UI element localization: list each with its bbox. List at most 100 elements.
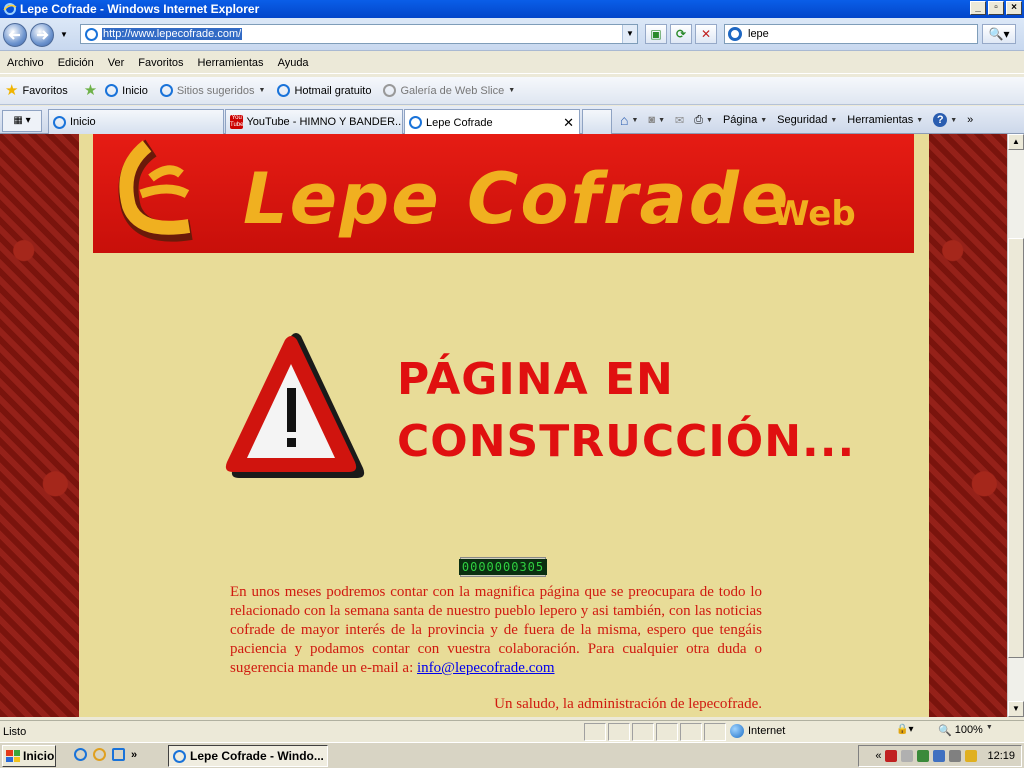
tray-app-icon[interactable] [901,750,914,762]
fav-item-web-slice[interactable]: Galería de Web Slice ▼ [383,84,515,97]
chevron-more-icon[interactable]: » [967,114,973,126]
status-panel [680,723,702,741]
tools-menu[interactable]: Herramientas ▼ [847,114,923,126]
search-input[interactable]: lepe [748,28,769,40]
privacy-icon[interactable] [656,723,678,741]
quick-tabs-button[interactable]: ▦ ▾ [2,110,42,132]
forward-button[interactable] [30,23,54,47]
menu-herramientas[interactable]: Herramientas [191,57,271,69]
favorites-bar: ★ Favoritos ★ Inicio Sitios sugeridos ▼ … [0,77,1024,105]
print-button[interactable]: ⎙ ▼ [694,114,713,127]
page-menu[interactable]: Página ▼ [723,114,767,126]
tab-youtube[interactable]: You Tube YouTube - HIMNO Y BANDER... [225,109,403,134]
home-icon: ⌂ [620,112,629,128]
taskbar-item-ie[interactable]: Lepe Cofrade - Windo... [168,745,328,767]
fav-item-label: Sitios sugeridos [176,84,255,97]
menu-ver[interactable]: Ver [101,57,132,69]
read-mail-button[interactable]: ✉ [675,114,684,127]
ie-page-icon [105,84,119,97]
ie-window-icon[interactable] [112,748,125,761]
status-text: Listo [3,725,27,738]
new-tab-button[interactable] [582,109,612,134]
tab-inicio[interactable]: Inicio [48,109,224,134]
visit-counter-value: 0000000305 [458,559,548,575]
printer-icon: ⎙ [694,113,704,126]
zone-label: Internet [748,725,786,737]
security-menu[interactable]: Seguridad ▼ [777,114,837,126]
ie-quicklaunch-icon[interactable] [74,748,87,761]
scroll-up-button[interactable]: ▲ [1008,134,1024,150]
tray-volume-icon[interactable] [949,750,962,762]
feeds-button[interactable]: ◙ ▼ [648,114,665,126]
add-favorite-button[interactable]: ★ [84,83,97,98]
menu-edicion[interactable]: Edición [51,57,101,69]
address-input[interactable]: http://www.lepecofrade.com/ [102,28,243,40]
back-button[interactable] [3,23,27,47]
refresh-button[interactable]: ⟳ [670,24,692,44]
zoom-icon: 🔍 [938,725,952,737]
fav-item-label: Galería de Web Slice [400,84,505,97]
compatibility-view-button[interactable]: ▣ [645,24,667,44]
taskbar: Inicio » Lepe Cofrade - Windo... « 12:19 [0,742,1024,768]
close-tab-icon[interactable]: ✕ [563,115,574,131]
start-label: Inicio [23,749,55,763]
tray-expand-icon[interactable]: « [875,750,881,762]
tray-adobe-icon[interactable] [885,750,898,762]
fav-item-inicio[interactable]: Inicio [105,84,148,97]
email-link[interactable]: info@lepecofrade.com [417,660,555,676]
restore-button[interactable]: ▫ [988,1,1004,15]
page-heading: PÁGINA EN CONSTRUCCIÓN... [397,349,855,473]
search-box[interactable]: lepe [724,24,978,44]
minimize-button[interactable]: _ [970,1,986,15]
visit-counter: 0000000305 [458,557,548,577]
internet-globe-icon [730,724,744,738]
page-body: Lepe Cofrade Web PÁGINA EN CONSTRUCCIÓN.… [79,134,929,717]
favorites-button[interactable]: ★ Favoritos [5,81,68,99]
tab-lepe-cofrade[interactable]: Lepe Cofrade ✕ [404,109,580,135]
scroll-down-button[interactable]: ▼ [1008,701,1024,717]
web-slice-icon [383,84,397,97]
close-window-button[interactable]: × [1006,1,1022,15]
star-icon: ★ [5,81,19,99]
status-panel [704,723,726,741]
menu-favoritos[interactable]: Favoritos [131,57,190,69]
scrollbar-thumb[interactable] [1008,238,1024,658]
favorites-label: Favoritos [22,84,68,97]
fav-item-suggested-sites[interactable]: Sitios sugeridos ▼ [159,84,266,97]
announcement-text: En unos meses podremos contar con la mag… [230,583,762,678]
vertical-scrollbar[interactable]: ▲ ▼ [1007,134,1024,717]
security-zone[interactable]: Internet [730,724,785,738]
chevron-down-icon: ▼ [258,87,266,94]
ie-logo-icon [3,3,17,15]
clock: 12:19 [987,750,1015,762]
stop-button[interactable]: ✕ [695,24,717,44]
history-dropdown-icon[interactable]: ▼ [60,30,68,39]
tray-network-icon[interactable] [933,750,946,762]
quick-launch-more-icon[interactable]: » [131,749,137,761]
windows-logo-icon [6,750,20,762]
security-menu-label: Seguridad [777,114,828,126]
address-bar[interactable]: http://www.lepecofrade.com/ ▼ [80,24,638,44]
outlook-express-icon[interactable] [93,748,106,761]
menu-ayuda[interactable]: Ayuda [271,57,316,69]
search-button[interactable]: 🔍▾ [982,24,1016,44]
tray-app-icon[interactable] [917,750,930,762]
zoom-control[interactable]: 🔍 100% ▼ [938,724,993,737]
tab-bar: ▦ ▾ Inicio You Tube YouTube - HIMNO Y BAN… [0,106,1024,135]
help-button[interactable]: ? ▼ [933,113,957,127]
tab-label: Lepe Cofrade [426,116,493,129]
address-dropdown-icon[interactable]: ▼ [622,25,637,43]
fav-item-label: Hotmail gratuito [294,84,372,97]
home-button[interactable]: ⌂ ▼ [620,112,638,128]
ie-page-icon [159,84,173,97]
tray-security-shield-icon[interactable] [965,750,978,762]
live-search-icon [728,27,742,41]
menu-bar: Archivo Edición Ver Favoritos Herramient… [0,52,1024,74]
status-bar: Listo Internet 🔒▾ 🔍 100% ▼ [0,720,1024,742]
address-toolbar: ▼ http://www.lepecofrade.com/ ▼ ▣ ⟳ ✕ le… [0,18,1024,51]
protected-mode-icon[interactable]: 🔒▾ [896,724,913,735]
quick-launch: » [74,748,137,761]
fav-item-hotmail[interactable]: Hotmail gratuito [277,84,371,97]
menu-archivo[interactable]: Archivo [0,57,51,69]
start-button[interactable]: Inicio [2,745,56,767]
